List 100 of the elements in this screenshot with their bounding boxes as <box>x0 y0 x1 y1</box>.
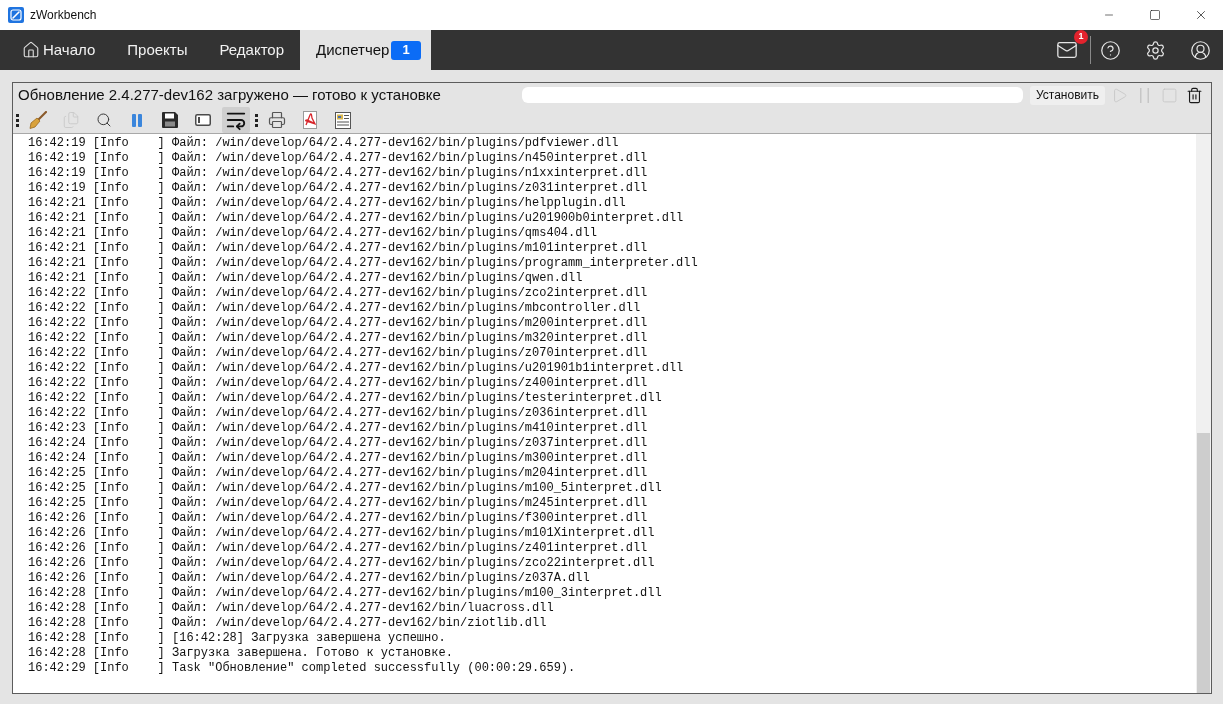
help-button[interactable] <box>1100 39 1121 61</box>
log-timestamp: 16:42:28 <box>28 586 86 601</box>
log-message: Файл: /win/develop/64/2.4.277-dev162/bin/plugins/qwen.dll <box>172 271 583 286</box>
log-level: [Info ] <box>92 481 165 496</box>
log-level: [Info ] <box>92 586 165 601</box>
log-timestamp: 16:42:21 <box>28 196 86 211</box>
log-timestamp: 16:42:26 <box>28 556 86 571</box>
count-badge: 1 <box>391 40 421 60</box>
log-level: [Info ] <box>92 421 165 436</box>
log-message: Файл: /win/develop/64/2.4.277-dev162/bin/plugins/programm_interpreter.dll <box>172 256 698 271</box>
word-wrap-button[interactable] <box>222 107 250 133</box>
log-message: Файл: /win/develop/64/2.4.277-dev162/bin/plugins/m410interpret.dll <box>172 421 648 436</box>
log-timestamp: 16:42:28 <box>28 631 86 646</box>
printer-icon <box>268 111 286 129</box>
log-timestamp: 16:42:21 <box>28 211 86 226</box>
log-level: [Info ] <box>92 241 165 256</box>
log-timestamp: 16:42:19 <box>28 181 86 196</box>
log-message: Файл: /win/develop/64/2.4.277-dev162/bin/plugins/z070interpret.dll <box>172 346 648 361</box>
nav-tab[interactable]: Проекты <box>111 30 204 70</box>
log-level: [Info ] <box>92 646 165 661</box>
log-level: [Info ] <box>92 151 165 166</box>
install-button[interactable]: Установить <box>1030 85 1105 105</box>
report-document-icon <box>335 111 351 129</box>
log-message: Файл: /win/develop/64/2.4.277-dev162/bin/plugins/qms404.dll <box>172 226 597 241</box>
log-message: Файл: /win/develop/64/2.4.277-dev162/bin/ziotlib.dll <box>172 616 547 631</box>
log-message: Файл: /win/develop/64/2.4.277-dev162/bin/plugins/n450interpret.dll <box>172 151 648 166</box>
log-message: Файл: /win/develop/64/2.4.277-dev162/bin/plugins/m245interpret.dll <box>172 496 648 511</box>
pdf-document-icon <box>303 111 317 129</box>
nav-tab[interactable]: Начало <box>6 30 112 70</box>
log-timestamp: 16:42:24 <box>28 436 86 451</box>
log-level: [Info ] <box>92 616 165 631</box>
log-level: [Info ] <box>92 211 165 226</box>
panel-icon <box>195 114 211 126</box>
unread-badge: 1 <box>1074 30 1088 44</box>
save-icon <box>162 112 178 128</box>
log-timestamp: 16:42:22 <box>28 406 86 421</box>
log-level: [Info ] <box>92 496 165 511</box>
log-message: Файл: /win/develop/64/2.4.277-dev162/bin/plugins/m100_5interpret.dll <box>172 481 662 496</box>
log-timestamp: 16:42:21 <box>28 226 86 241</box>
grip-icon[interactable] <box>255 113 258 127</box>
log-level: [Info ] <box>92 451 165 466</box>
log-message: Файл: /win/develop/64/2.4.277-dev162/bin/plugins/pdfviewer.dll <box>172 136 619 151</box>
settings-button[interactable] <box>1145 39 1166 61</box>
log-level: [Info ] <box>92 631 165 646</box>
maximize-icon <box>1149 9 1161 21</box>
account-button[interactable] <box>1190 39 1211 61</box>
log-message: Файл: /win/develop/64/2.4.277-dev162/bin/plugins/u201900b0interpret.dll <box>172 211 684 226</box>
log-message: Файл: /win/develop/64/2.4.277-dev162/bin/plugins/m204interpret.dll <box>172 466 648 481</box>
log-level: [Info ] <box>92 556 165 571</box>
log-level: [Info ] <box>92 286 165 301</box>
log-level: [Info ] <box>92 391 165 406</box>
log-level: [Info ] <box>92 271 165 286</box>
window-title: zWorkbench <box>30 7 97 24</box>
grip-icon[interactable] <box>16 113 19 127</box>
log-timestamp: 16:42:26 <box>28 541 86 556</box>
task-title: Обновление 2.4.277-dev162 загружено — готово к установке <box>18 84 441 105</box>
log-message: Файл: /win/develop/64/2.4.277-dev162/bin/plugins/helpplugin.dll <box>172 196 626 211</box>
log-message: Файл: /win/develop/64/2.4.277-dev162/bin/plugins/z401interpret.dll <box>172 541 648 556</box>
log-message: Файл: /win/develop/64/2.4.277-dev162/bin/plugins/m101interpret.dll <box>172 241 648 256</box>
log-message: Файл: /win/develop/64/2.4.277-dev162/bin/plugins/u201901b1interpret.dll <box>172 361 684 376</box>
scrollbar-thumb[interactable] <box>1197 433 1210 693</box>
log-message: Файл: /win/develop/64/2.4.277-dev162/bin/plugins/f300interpret.dll <box>172 511 648 526</box>
log-message: Файл: /win/develop/64/2.4.277-dev162/bin/plugins/z037A.dll <box>172 571 590 586</box>
stop-icon <box>1160 86 1178 104</box>
log-level: [Info ] <box>92 301 165 316</box>
log-message: Файл: /win/develop/64/2.4.277-dev162/bin/plugins/z036interpret.dll <box>172 406 648 421</box>
log-timestamp: 16:42:22 <box>28 361 86 376</box>
log-level: [Info ] <box>92 436 165 451</box>
log-message: Файл: /win/develop/64/2.4.277-dev162/bin/plugins/m320interpret.dll <box>172 331 648 346</box>
log-timestamp: 16:42:22 <box>28 376 86 391</box>
log-message: Файл: /win/develop/64/2.4.277-dev162/bin/plugins/m200interpret.dll <box>172 316 648 331</box>
log-level: [Info ] <box>92 166 165 181</box>
app-logo-icon <box>8 7 24 23</box>
log-message: Task "Обновление" completed successfully (00:00:29.659). <box>172 661 576 676</box>
help-icon <box>1100 39 1121 61</box>
log-message: Файл: /win/develop/64/2.4.277-dev162/bin/plugins/zco2interpret.dll <box>172 286 648 301</box>
log-timestamp: 16:42:28 <box>28 616 86 631</box>
pages-icon <box>62 111 80 129</box>
log-timestamp: 16:42:25 <box>28 481 86 496</box>
log-level: [Info ] <box>92 181 165 196</box>
nav-tab[interactable]: Редактор <box>203 30 301 70</box>
log-timestamp: 16:42:19 <box>28 166 86 181</box>
log-timestamp: 16:42:22 <box>28 301 86 316</box>
log-level: [Info ] <box>92 601 165 616</box>
log-message: Файл: /win/develop/64/2.4.277-dev162/bin/luacross.dll <box>172 601 554 616</box>
log-timestamp: 16:42:28 <box>28 646 86 661</box>
log-timestamp: 16:42:23 <box>28 421 86 436</box>
log-level: [Info ] <box>92 571 165 586</box>
mail-icon <box>1056 39 1078 61</box>
log-message: Файл: /win/develop/64/2.4.277-dev162/bin/plugins/n1xxinterpret.dll <box>172 166 648 181</box>
log-timestamp: 16:42:19 <box>28 136 86 151</box>
log-timestamp: 16:42:26 <box>28 571 86 586</box>
log-timestamp: 16:42:22 <box>28 286 86 301</box>
log-timestamp: 16:42:21 <box>28 256 86 271</box>
log-level: [Info ] <box>92 346 165 361</box>
log-timestamp: 16:42:22 <box>28 316 86 331</box>
nav-tab[interactable]: Диспетчер 1 <box>300 30 431 70</box>
mail-button[interactable] <box>1056 39 1078 61</box>
log-level: [Info ] <box>92 136 165 151</box>
log-level: [Info ] <box>92 526 165 541</box>
